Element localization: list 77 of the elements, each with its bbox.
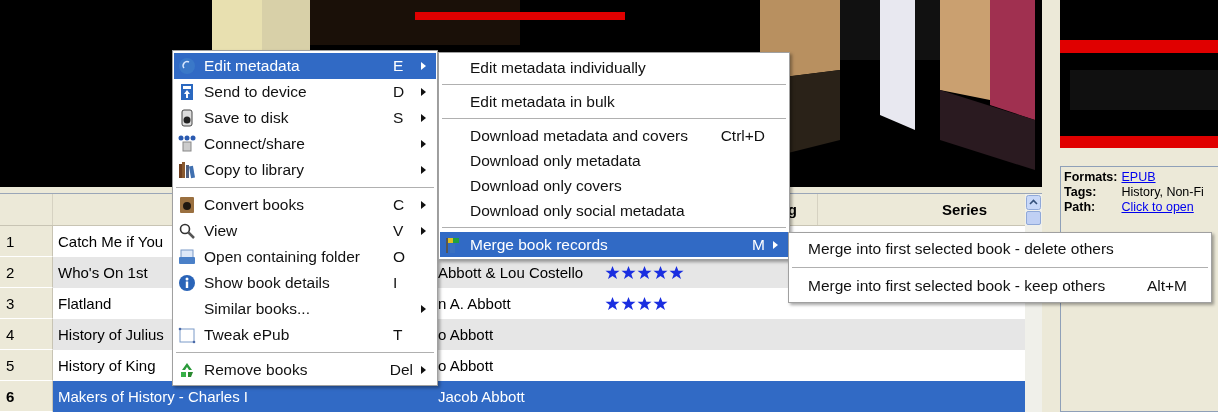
menu-item[interactable]: Connect/share <box>174 131 436 157</box>
menu-item[interactable]: Edit metadata E <box>174 53 436 79</box>
table-cell: Flatland <box>58 295 112 312</box>
menu-item[interactable]: Edit metadata individually <box>440 55 788 80</box>
table-cell: n A. Abbott <box>438 295 511 312</box>
submenu-arrow-icon <box>421 305 426 313</box>
column-header[interactable]: Series <box>941 201 987 218</box>
book-icon <box>178 196 196 214</box>
row-number: 3 <box>0 288 53 319</box>
menu-item[interactable]: Download only covers <box>440 173 788 198</box>
row-number: 2 <box>0 257 53 288</box>
search-icon <box>178 222 196 240</box>
table-cell: History of Julius <box>58 326 164 343</box>
scroll-thumb[interactable] <box>1026 211 1041 225</box>
table-row[interactable]: 6 Makers of History - Charles I Jacob Abbott <box>0 381 1025 412</box>
star-icon <box>605 265 620 280</box>
menu-item[interactable]: Copy to library <box>174 157 436 183</box>
row-number: 4 <box>0 319 53 350</box>
menu-item[interactable]: Remove books Del <box>174 357 436 383</box>
network-icon <box>178 135 196 153</box>
menu-item[interactable]: Send to device D <box>174 79 436 105</box>
frame-icon <box>178 326 196 344</box>
menu-item[interactable]: View V <box>174 218 436 244</box>
star-icon <box>653 296 668 311</box>
star-icon <box>621 265 636 280</box>
table-cell: History of King <box>58 357 156 374</box>
sub-menu[interactable]: Edit metadata individually Edit metadata in bulk Download metadata and covers Ctrl+D Download only metadata Download only covers Download only social metadata Merge book records M <box>438 52 790 260</box>
context-menu[interactable]: Edit metadata E Send to device D Save to disk S Connect/share Copy to library Convert books C View V Open containing folder O Show book details I Similar books... Tweak ePub T Remove books Del <box>172 50 438 386</box>
table-cell: o Abbott <box>438 326 494 343</box>
submenu-arrow-icon <box>421 227 426 235</box>
row-number: 6 <box>0 381 53 412</box>
submenu-arrow-icon <box>421 140 426 148</box>
table-cell: Jacob Abbott <box>438 388 525 405</box>
table-cell: Catch Me if You <box>58 233 164 250</box>
submenu-arrow-icon <box>421 166 426 174</box>
row-number: 1 <box>0 226 53 257</box>
menu-item[interactable]: Download only metadata <box>440 148 788 173</box>
submenu-arrow-icon <box>421 201 426 209</box>
link[interactable]: EPUB <box>1121 170 1218 184</box>
menu-item[interactable]: Download metadata and covers Ctrl+D <box>440 123 788 148</box>
menu-item[interactable]: Tweak ePub T <box>174 322 436 348</box>
star-icon <box>621 296 636 311</box>
field-label: Tags: <box>1064 185 1098 199</box>
table-cell: o Abbott <box>438 357 494 374</box>
field-label: Formats: <box>1064 170 1118 184</box>
table-cell: Who's On 1st <box>58 264 148 281</box>
circle-icon <box>178 57 196 75</box>
menu-item[interactable]: Merge book records M <box>440 232 788 257</box>
sub-menu[interactable]: Merge into first selected book - delete others Merge into first selected book - keep others Alt+M <box>788 232 1212 303</box>
menu-item[interactable]: Save to disk S <box>174 105 436 131</box>
submenu-arrow-icon <box>421 62 426 70</box>
star-icon <box>605 296 620 311</box>
star-icon <box>637 296 652 311</box>
device-icon <box>178 83 196 101</box>
menu-item[interactable]: Similar books... <box>174 296 436 322</box>
info-icon <box>178 274 196 292</box>
star-icon <box>653 265 668 280</box>
table-cell: Makers of History - Charles I <box>58 388 249 405</box>
recycle-icon <box>178 361 196 379</box>
menu-item[interactable]: Download only social metadata <box>440 198 788 223</box>
menu-item[interactable]: Convert books C <box>174 192 436 218</box>
menu-item[interactable]: Edit metadata in bulk <box>440 89 788 114</box>
field-value: History, Non-Fi <box>1121 185 1205 199</box>
field-label: Path: <box>1064 200 1097 214</box>
link[interactable]: Click to open <box>1121 200 1218 214</box>
books-icon <box>178 161 196 179</box>
tray-icon <box>178 248 196 266</box>
submenu-arrow-icon <box>421 366 426 374</box>
submenu-arrow-icon <box>773 240 778 249</box>
row-number: 5 <box>0 350 53 381</box>
star-icon <box>637 265 652 280</box>
submenu-arrow-icon <box>421 114 426 122</box>
player-icon <box>178 109 196 127</box>
star-icon <box>669 265 684 280</box>
table-cell: Abbott & Lou Costello <box>438 264 584 281</box>
flags-icon <box>444 235 462 254</box>
submenu-arrow-icon <box>421 88 426 96</box>
